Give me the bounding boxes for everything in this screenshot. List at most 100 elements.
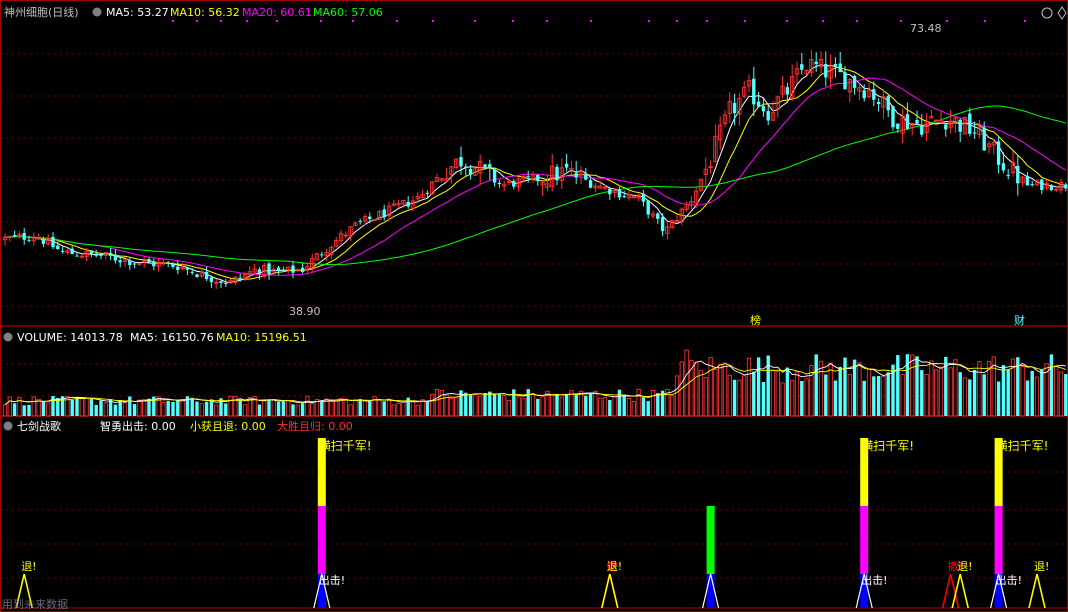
- top-marker-dot: [1024, 20, 1026, 22]
- volume-bar: [962, 377, 968, 417]
- future-data-watermark: 用到未来数据: [2, 597, 68, 611]
- volume-bar: [588, 393, 593, 416]
- volume-bar: [900, 374, 905, 417]
- volume-bar: [142, 399, 147, 417]
- volume-bar: [238, 399, 242, 416]
- volume-bar: [800, 380, 804, 416]
- diamond-icon[interactable]: [1057, 6, 1067, 20]
- ma20-label: MA20: 60.61: [242, 6, 312, 19]
- volume-bar: [752, 371, 756, 416]
- candle-body: [468, 168, 473, 175]
- volume-bar: [195, 401, 199, 416]
- volume-bar: [310, 403, 315, 417]
- candle-body: [876, 101, 881, 104]
- volume-bar: [1020, 366, 1025, 417]
- panel-toggle-icon[interactable]: [92, 7, 102, 17]
- candle-body: [358, 220, 362, 222]
- candle-body: [27, 239, 31, 241]
- candle-body: [166, 262, 170, 264]
- volume-bar: [329, 399, 334, 417]
- volume-bar: [425, 401, 430, 416]
- candle-body: [608, 188, 612, 195]
- settings-icon[interactable]: [1041, 7, 1053, 19]
- volume-bar: [920, 370, 924, 416]
- volume-bar: [281, 401, 286, 416]
- signal-bar-segment: [706, 574, 715, 608]
- volume-bar: [953, 359, 958, 417]
- candle-body: [1016, 165, 1020, 184]
- candle-body: [732, 102, 737, 114]
- candle-body: [584, 173, 588, 180]
- candle-body: [94, 253, 98, 256]
- candle-body: [996, 141, 1001, 165]
- volume-bar: [242, 404, 248, 417]
- candle-body: [464, 166, 468, 168]
- candle-body: [886, 96, 890, 111]
- candle-body: [195, 274, 199, 278]
- volume-bar: [617, 389, 622, 416]
- volume-bar: [103, 402, 108, 417]
- signal-triangle: [1028, 573, 1046, 609]
- candle-body: [555, 166, 559, 181]
- candle-body: [22, 232, 26, 240]
- signal-toggle-icon[interactable]: [3, 421, 13, 431]
- candle-body: [291, 265, 295, 273]
- signal-bar-segment: [317, 506, 326, 574]
- volume-bar: [454, 396, 459, 417]
- volume-bar: [818, 360, 824, 417]
- volume-bar: [713, 369, 718, 417]
- volume-bar: [473, 394, 478, 417]
- candle-body: [920, 125, 924, 135]
- candle-body: [190, 271, 194, 273]
- candle-body: [1064, 184, 1068, 189]
- volume-bar: [2, 404, 8, 417]
- candle-body: [224, 282, 228, 284]
- volume-bar: [214, 404, 219, 417]
- candle-body: [617, 189, 622, 198]
- signal-line2-label: 小获且退: 0.00: [190, 420, 266, 433]
- candle-body: [872, 89, 876, 100]
- volume-bar: [22, 405, 26, 416]
- volume-bar: [684, 349, 689, 417]
- candle-body: [118, 260, 122, 263]
- volume-bar: [866, 368, 872, 417]
- signal-line3-label: 大胜且归: 0.00: [277, 419, 353, 433]
- volume-bar: [512, 389, 516, 416]
- candle-body: [382, 209, 386, 218]
- volume-bar: [497, 394, 502, 416]
- volume-bar: [780, 382, 785, 417]
- candle-body: [752, 78, 756, 105]
- top-marker-dot: [320, 20, 322, 22]
- candle-body: [113, 254, 118, 261]
- volume-bar: [814, 354, 818, 416]
- volume-bar: [1049, 354, 1054, 416]
- top-marker-dot: [546, 20, 548, 22]
- top-marker-dot: [432, 20, 434, 22]
- candle-body: [656, 213, 660, 219]
- candle-body: [152, 262, 156, 267]
- candle-body: [238, 277, 242, 279]
- volume-bar: [924, 373, 929, 417]
- volume-bar: [977, 361, 982, 417]
- candle-body: [972, 132, 977, 134]
- volume-bar: [761, 382, 766, 416]
- volume-bar: [348, 404, 353, 417]
- top-marker-dot: [276, 20, 278, 22]
- volume-bar: [180, 399, 185, 417]
- top-marker-dot: [172, 20, 174, 22]
- volume-bar: [204, 401, 209, 416]
- volume-bar: [122, 402, 128, 417]
- signal-text: 退!: [1034, 560, 1049, 573]
- volume-bar: [516, 396, 521, 417]
- ma5-label: MA5: 53.27: [106, 6, 169, 19]
- volume-bar: [401, 401, 406, 417]
- top-marker-dot: [352, 20, 354, 22]
- candle-body: [132, 263, 137, 265]
- candle-body: [459, 157, 463, 167]
- volume-bar: [996, 381, 1001, 416]
- volume-bar: [775, 370, 780, 417]
- volume-toggle-icon[interactable]: [3, 332, 13, 342]
- volume-bar: [219, 398, 223, 416]
- grid-lines: [0, 0, 1068, 612]
- volume-bar: [972, 370, 977, 416]
